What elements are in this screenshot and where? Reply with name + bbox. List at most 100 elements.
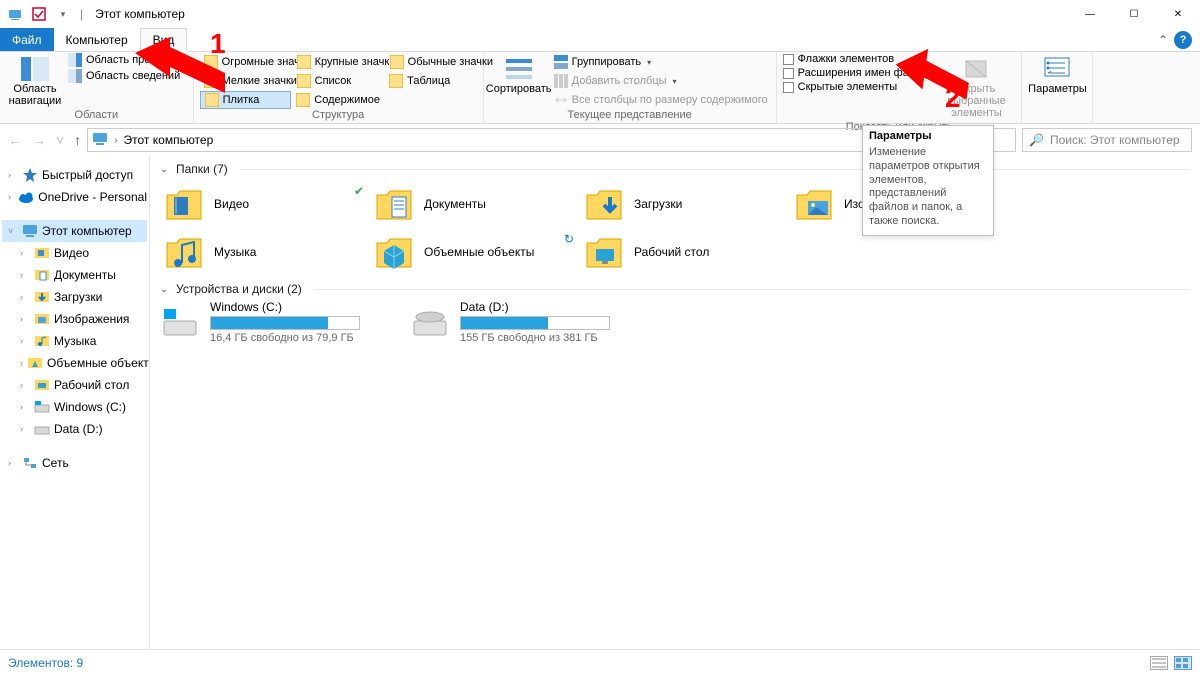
options-tooltip: Параметры Изменение параметров открытия … bbox=[862, 125, 994, 236]
layout-Таблица[interactable]: Таблица bbox=[385, 72, 477, 90]
folder-icon bbox=[794, 184, 834, 224]
ribbon-group-layout: Огромные значкиКрупные значкиОбычные зна… bbox=[194, 52, 484, 123]
tree-item-Windows (C:)[interactable]: › Windows (C:) bbox=[2, 396, 147, 418]
tooltip-body: Изменение параметров открытия элементов,… bbox=[869, 146, 987, 229]
tree-item-label: Быстрый доступ bbox=[42, 168, 133, 182]
section-folders-header[interactable]: ⌄ Папки (7) bbox=[160, 162, 1190, 176]
close-button[interactable]: ✕ bbox=[1156, 0, 1200, 28]
minimize-button[interactable]: — bbox=[1068, 0, 1112, 28]
folder-name: Видео bbox=[214, 197, 249, 211]
tab-view[interactable]: Вид bbox=[140, 28, 188, 52]
file-extensions-checkbox[interactable]: Расширения имен файлов bbox=[783, 67, 934, 79]
folder-name: Документы bbox=[424, 197, 486, 211]
tree-item-Загрузки[interactable]: ›Загрузки bbox=[2, 286, 147, 308]
folder-tile-Объемные объекты[interactable]: Объемные объекты↻ bbox=[370, 228, 580, 276]
folder-icon bbox=[584, 184, 624, 224]
drive-tile-Data (D:)[interactable]: Data (D:) 155 ГБ свободно из 381 ГБ bbox=[410, 300, 630, 344]
folder-tile-Музыка[interactable]: Музыка bbox=[160, 228, 370, 276]
section-drives-header[interactable]: ⌄ Устройства и диски (2) bbox=[160, 282, 1190, 296]
hidden-items-label: Скрытые элементы bbox=[798, 81, 898, 93]
tree-item-label: Сеть bbox=[42, 456, 69, 470]
chevron-icon[interactable]: › bbox=[20, 336, 30, 346]
help-icon[interactable]: ? bbox=[1174, 31, 1192, 49]
chevron-icon[interactable]: › bbox=[20, 292, 30, 302]
recent-locations-button[interactable]: ˅ bbox=[56, 132, 64, 148]
chevron-down-icon: ⌄ bbox=[160, 164, 170, 175]
tab-file[interactable]: Файл bbox=[0, 28, 54, 51]
chevron-icon[interactable]: › bbox=[20, 358, 23, 368]
tree-item-Музыка[interactable]: ›Музыка bbox=[2, 330, 147, 352]
tree-item-Документы[interactable]: ›Документы bbox=[2, 264, 147, 286]
tree-item-Быстрый доступ[interactable]: › Быстрый доступ bbox=[2, 164, 147, 186]
add-columns-button[interactable]: Добавить столбцы ▾ bbox=[552, 72, 770, 90]
drive-name: Data (D:) bbox=[460, 300, 610, 314]
options-button[interactable]: Параметры bbox=[1028, 53, 1086, 97]
preview-pane-button[interactable]: Область просмотра bbox=[68, 53, 187, 67]
details-pane-button[interactable]: Область сведений bbox=[68, 69, 187, 83]
size-all-columns-button[interactable]: Все столбцы по размеру содержимого bbox=[552, 91, 770, 109]
folder-icon bbox=[34, 267, 50, 283]
layout-item-label: Список bbox=[315, 75, 352, 87]
tree-item-Этот компьютер[interactable]: ˅Этот компьютер bbox=[2, 220, 147, 242]
up-button[interactable]: ↑ bbox=[74, 132, 81, 148]
forward-button[interactable]: → bbox=[32, 132, 46, 148]
navigation-pane-button[interactable]: Область навигации bbox=[6, 53, 64, 109]
chevron-icon[interactable]: › bbox=[20, 402, 30, 412]
tab-computer[interactable]: Компьютер bbox=[54, 28, 140, 51]
folder-tile-Документы[interactable]: Документы bbox=[370, 180, 580, 228]
search-input[interactable]: 🔍 Поиск: Этот компьютер bbox=[1022, 128, 1192, 152]
folder-tile-Видео[interactable]: Видео✔ bbox=[160, 180, 370, 228]
chevron-icon[interactable]: › bbox=[20, 248, 30, 258]
group-title-panes: Области bbox=[6, 109, 187, 123]
chevron-icon[interactable]: › bbox=[20, 424, 30, 434]
chevron-icon[interactable]: › bbox=[8, 458, 18, 468]
folder-icon bbox=[34, 289, 50, 305]
group-by-button[interactable]: Группировать ▾ bbox=[552, 53, 770, 71]
layout-Список[interactable]: Список bbox=[293, 72, 385, 90]
view-tiles-button[interactable] bbox=[1174, 656, 1192, 670]
hide-selected-icon bbox=[962, 55, 990, 83]
section-divider bbox=[240, 169, 1190, 170]
back-button[interactable]: ← bbox=[8, 132, 22, 148]
drive-free-space: 155 ГБ свободно из 381 ГБ bbox=[460, 332, 610, 344]
tree-item-OneDrive - Personal[interactable]: ›OneDrive - Personal bbox=[2, 186, 147, 208]
navigation-tree[interactable]: › Быстрый доступ ›OneDrive - Personal ˅Этот… bbox=[0, 156, 150, 649]
folder-tile-Рабочий стол[interactable]: Рабочий стол bbox=[580, 228, 790, 276]
chevron-icon[interactable]: › bbox=[20, 380, 30, 390]
chevron-icon[interactable]: › bbox=[8, 170, 18, 180]
sort-by-button[interactable]: Сортировать bbox=[490, 53, 548, 97]
chevron-icon[interactable]: ˅ bbox=[8, 226, 18, 236]
drive-tile-Windows (C:)[interactable]: Windows (C:)16,4 ГБ свободно из 79,9 ГБ bbox=[160, 300, 380, 344]
tree-item-Сеть[interactable]: › Сеть bbox=[2, 452, 147, 474]
qat-dropdown-icon[interactable]: ▾ bbox=[52, 3, 74, 25]
layout-Крупные значки[interactable]: Крупные значки bbox=[293, 53, 385, 71]
tree-item-Видео[interactable]: ›Видео bbox=[2, 242, 147, 264]
tree-item-Data (D:)[interactable]: ›Data (D:) bbox=[2, 418, 147, 440]
chevron-icon[interactable]: › bbox=[20, 270, 30, 280]
collapse-ribbon-icon[interactable]: ⌃ bbox=[1158, 33, 1168, 47]
folder-tile-Загрузки[interactable]: Загрузки bbox=[580, 180, 790, 228]
folder-name: Рабочий стол bbox=[634, 245, 709, 259]
view-details-button[interactable] bbox=[1150, 656, 1168, 670]
layout-Содержимое[interactable]: Содержимое bbox=[292, 91, 384, 109]
layout-icon bbox=[204, 74, 218, 88]
qat-properties-icon[interactable] bbox=[28, 3, 50, 25]
layout-Плитка[interactable]: Плитка bbox=[200, 91, 292, 109]
tree-item-Изображения[interactable]: ›Изображения bbox=[2, 308, 147, 330]
chevron-icon[interactable]: › bbox=[8, 192, 14, 202]
folder-name: Объемные объекты bbox=[424, 245, 534, 259]
layout-Мелкие значки[interactable]: Мелкие значки bbox=[200, 72, 292, 90]
checkbox-icon bbox=[783, 54, 794, 65]
section-folders-title: Папки (7) bbox=[176, 162, 228, 176]
tree-item-Объемные объекты[interactable]: ›Объемные объекты bbox=[2, 352, 147, 374]
chevron-right-icon[interactable]: › bbox=[112, 135, 119, 146]
qat-separator: | bbox=[76, 7, 87, 21]
breadcrumb-current[interactable]: Этот компьютер bbox=[124, 133, 214, 147]
chevron-icon[interactable]: › bbox=[20, 314, 30, 324]
maximize-button[interactable]: ☐ bbox=[1112, 0, 1156, 28]
tree-item-label: Windows (C:) bbox=[54, 400, 126, 414]
tree-item-Рабочий стол[interactable]: ›Рабочий стол bbox=[2, 374, 147, 396]
layout-Обычные значки[interactable]: Обычные значки bbox=[386, 53, 478, 71]
hidden-items-checkbox[interactable]: Скрытые элементы bbox=[783, 81, 934, 93]
item-checkboxes-checkbox[interactable]: Флажки элементов bbox=[783, 53, 934, 65]
